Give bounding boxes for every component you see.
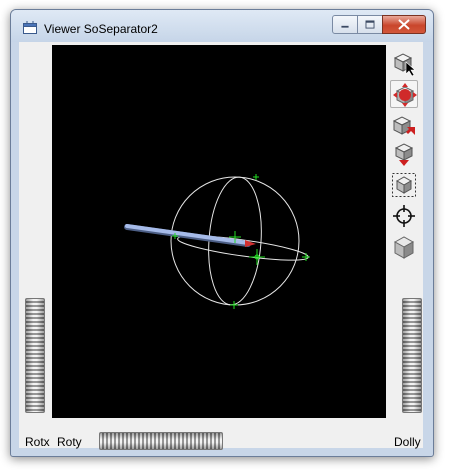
maximize-icon — [365, 20, 375, 29]
roty-label: Roty — [57, 435, 82, 449]
close-icon — [398, 19, 410, 30]
minimize-icon — [341, 25, 349, 28]
handle-bottom — [230, 301, 238, 309]
roty-thumbwheel[interactable] — [99, 432, 223, 450]
dolly-label: Dolly — [394, 435, 421, 449]
home-icon — [392, 116, 415, 135]
perspective-cube-icon — [393, 236, 415, 259]
set-home-icon — [394, 143, 414, 166]
select-arrow-icon — [393, 53, 416, 77]
title-bar[interactable]: Viewer SoSeparator2 — [11, 10, 433, 42]
set-home-button[interactable] — [390, 141, 418, 169]
view-mode-button[interactable] — [390, 80, 418, 108]
viewer-toolbar — [388, 45, 421, 279]
viewer-window: Viewer SoSeparator2 Rotx Roty Dolly — [10, 9, 434, 457]
view-all-icon — [392, 173, 416, 197]
camera-toggle-button[interactable] — [390, 233, 418, 261]
dolly-thumbwheel[interactable] — [402, 298, 422, 413]
handle-center — [249, 249, 265, 265]
seek-crosshair-icon — [393, 205, 415, 227]
home-button[interactable] — [390, 111, 418, 139]
view-all-button[interactable] — [390, 171, 418, 199]
minimize-button[interactable] — [332, 15, 358, 34]
select-mode-button[interactable] — [390, 49, 418, 77]
view-rotate-icon — [393, 83, 417, 107]
needle-shaft — [125, 224, 250, 245]
maximize-button[interactable] — [357, 15, 383, 34]
handle-top — [253, 174, 259, 180]
window-title: Viewer SoSeparator2 — [44, 22, 158, 36]
close-button[interactable] — [382, 15, 426, 34]
3d-viewport[interactable] — [52, 45, 386, 418]
rotx-thumbwheel[interactable] — [25, 298, 45, 413]
scene-render — [124, 174, 310, 309]
seek-button[interactable] — [390, 202, 418, 230]
client-area: Rotx Roty Dolly — [19, 42, 423, 450]
app-icon — [23, 21, 37, 34]
rotx-label: Rotx — [25, 435, 50, 449]
